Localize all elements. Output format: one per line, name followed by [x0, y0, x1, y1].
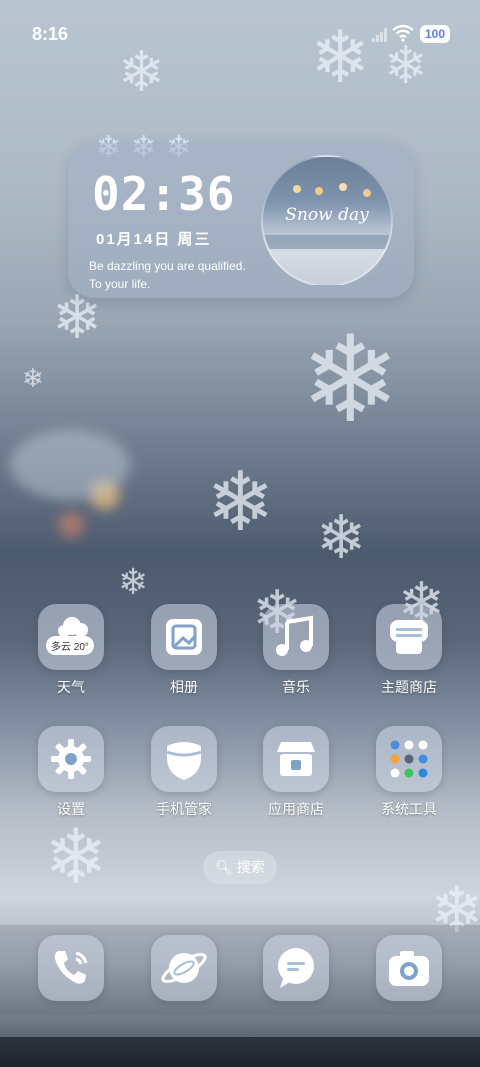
bottom-edge	[0, 1037, 480, 1067]
browser-icon	[151, 935, 217, 1001]
snowflake-decor: ❄	[316, 504, 367, 571]
dock-browser[interactable]	[129, 935, 239, 1001]
app-label: 手机管家	[156, 801, 212, 817]
app-label: 相册	[170, 679, 198, 695]
status-time: 8:16	[32, 24, 69, 44]
shield-icon	[151, 726, 217, 792]
theme-store-icon	[376, 604, 442, 670]
wifi-icon	[392, 24, 414, 42]
weather-icon: 多云 20°	[38, 604, 104, 670]
snowflake-decor: ❄	[118, 561, 149, 602]
app-app-store[interactable]: 应用商店	[241, 726, 351, 819]
folder-icon	[376, 726, 442, 792]
phone-icon	[38, 935, 104, 1001]
snowflake-decor: ❄	[44, 815, 108, 900]
app-label: 应用商店	[268, 801, 324, 817]
app-system-tools[interactable]: 系统工具	[354, 726, 464, 819]
dock-camera[interactable]	[354, 935, 464, 1001]
app-settings[interactable]: 设置	[16, 726, 126, 819]
widget-quote: To your life.	[89, 277, 151, 291]
dock-phone[interactable]	[16, 935, 126, 1001]
app-label: 系统工具	[381, 801, 437, 817]
weather-chip: 多云 20°	[46, 636, 94, 655]
snowflake-decor: ❄	[300, 313, 401, 447]
snowflake-decor: ❄	[206, 457, 275, 548]
app-music[interactable]: 音乐	[241, 604, 351, 697]
camera-icon	[376, 935, 442, 1001]
photo-caption: Snow day	[285, 205, 369, 225]
widget-photo: Snow day	[261, 155, 393, 287]
bokeh-snow	[10, 430, 130, 500]
app-phone-manager[interactable]: 手机管家	[129, 726, 239, 819]
search-button[interactable]: 🔍︎ 搜索	[203, 851, 277, 884]
status-bar: 8:16 100	[0, 0, 480, 66]
clock-widget[interactable]: 02:36 01月14日 周三 Be dazzling you are qual…	[68, 143, 414, 298]
gallery-icon	[151, 604, 217, 670]
app-label: 天气	[57, 679, 85, 695]
search-icon: 🔍︎	[215, 859, 233, 875]
app-theme-store[interactable]: 主题商店	[354, 604, 464, 697]
widget-quote: Be dazzling you are qualified.	[89, 259, 246, 273]
search-label: 搜索	[236, 859, 265, 875]
gear-icon	[38, 726, 104, 792]
widget-clock: 02:36	[92, 167, 236, 221]
store-icon	[263, 726, 329, 792]
app-label: 设置	[57, 801, 85, 817]
signal-icon	[372, 28, 387, 42]
app-label: 音乐	[282, 679, 310, 695]
music-icon	[263, 604, 329, 670]
widget-date: 01月14日 周三	[96, 231, 212, 248]
battery-indicator: 100	[420, 25, 450, 43]
app-weather[interactable]: 多云 20° 天气	[16, 604, 126, 697]
bokeh-light	[58, 512, 84, 538]
messages-icon	[263, 935, 329, 1001]
app-label: 主题商店	[381, 679, 437, 695]
app-gallery[interactable]: 相册	[129, 604, 239, 697]
dock-messages[interactable]	[241, 935, 351, 1001]
snowflake-decor: ❄	[22, 363, 44, 393]
